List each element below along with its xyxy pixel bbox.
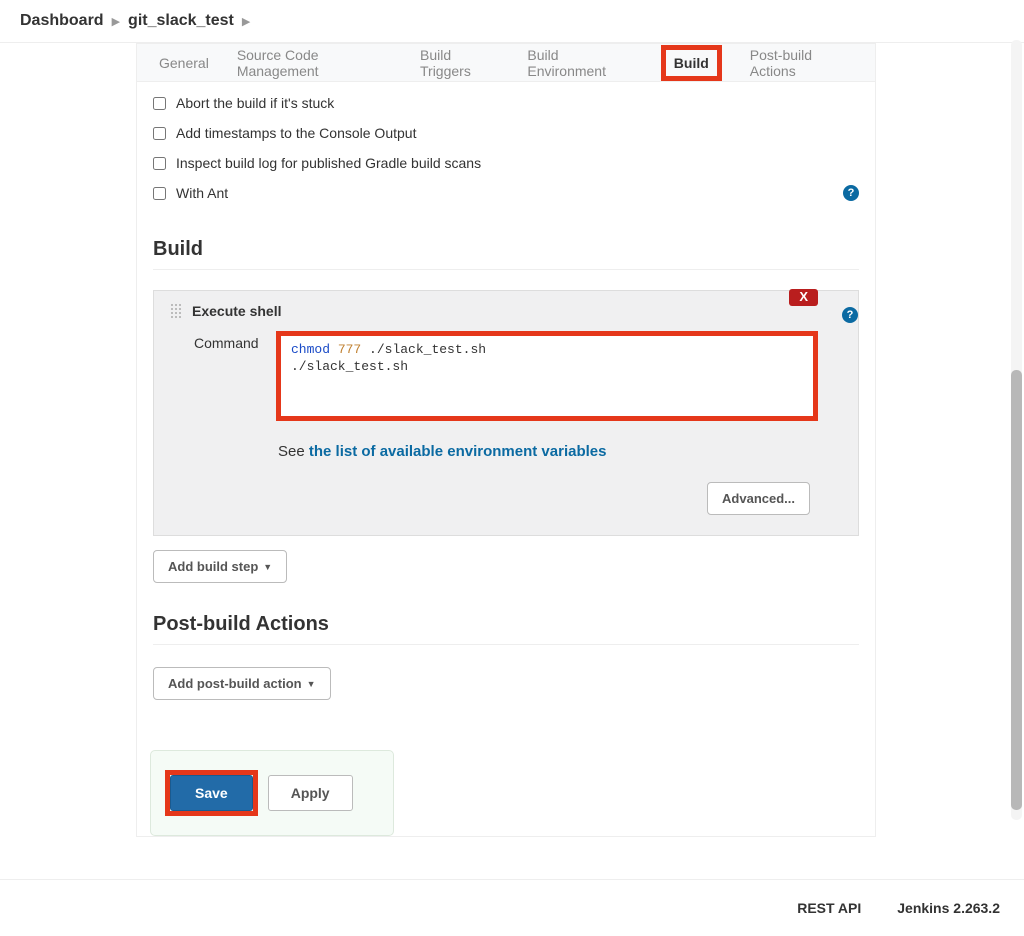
apply-button[interactable]: Apply xyxy=(268,775,353,811)
option-gradle-scans: Inspect build log for published Gradle b… xyxy=(153,148,859,178)
help-icon[interactable]: ? xyxy=(843,185,859,201)
post-build-section-header: Post-build Actions xyxy=(153,613,859,645)
checkbox-abort-stuck[interactable] xyxy=(153,97,166,110)
tab-scm[interactable]: Source Code Management xyxy=(237,38,392,88)
checkbox-label: With Ant xyxy=(176,185,228,201)
checkbox-label: Inspect build log for published Gradle b… xyxy=(176,155,481,171)
option-with-ant: With Ant ? xyxy=(153,178,859,208)
rest-api-link[interactable]: REST API xyxy=(797,900,861,916)
command-label: Command xyxy=(194,331,264,421)
tab-post-build-actions[interactable]: Post-build Actions xyxy=(750,38,853,88)
chevron-right-icon: ▶ xyxy=(112,15,120,28)
advanced-button[interactable]: Advanced... xyxy=(707,482,810,515)
add-build-step-button[interactable]: Add build step ▼ xyxy=(153,550,287,583)
chevron-right-icon: ▶ xyxy=(242,15,250,28)
execute-shell-step: Execute shell X ? Command chmod 777 ./sl… xyxy=(153,290,859,536)
checkbox-label: Abort the build if it's stuck xyxy=(176,95,334,111)
tab-general[interactable]: General xyxy=(159,46,209,80)
checkbox-timestamps[interactable] xyxy=(153,127,166,140)
delete-step-button[interactable]: X xyxy=(789,289,818,306)
option-abort-stuck: Abort the build if it's stuck xyxy=(153,88,859,118)
highlight-build-tab: Build xyxy=(661,45,722,81)
save-apply-bar: Save Apply xyxy=(150,750,394,836)
jenkins-version: Jenkins 2.263.2 xyxy=(897,900,1000,916)
build-section-header: Build xyxy=(153,238,859,270)
checkbox-label: Add timestamps to the Console Output xyxy=(176,125,416,141)
command-textarea[interactable]: chmod 777 ./slack_test.sh ./slack_test.s… xyxy=(281,336,813,416)
step-title: Execute shell xyxy=(192,303,282,319)
caret-down-icon: ▼ xyxy=(263,562,272,572)
breadcrumb-project[interactable]: git_slack_test xyxy=(128,12,234,30)
breadcrumb-dashboard[interactable]: Dashboard xyxy=(20,12,104,30)
highlight-save-button: Save xyxy=(165,770,258,816)
checkbox-with-ant[interactable] xyxy=(153,187,166,200)
env-vars-link[interactable]: the list of available environment variab… xyxy=(309,443,607,460)
tab-build[interactable]: Build xyxy=(674,55,709,71)
help-icon[interactable]: ? xyxy=(842,307,858,323)
scrollbar-thumb[interactable] xyxy=(1011,370,1022,810)
tab-build-environment[interactable]: Build Environment xyxy=(527,38,632,88)
scrollbar-track[interactable] xyxy=(1011,40,1022,820)
caret-down-icon: ▼ xyxy=(307,679,316,689)
env-vars-hint: See the list of available environment va… xyxy=(154,421,858,460)
tab-build-triggers[interactable]: Build Triggers xyxy=(420,38,499,88)
add-post-build-action-button[interactable]: Add post-build action ▼ xyxy=(153,667,331,700)
drag-handle-icon[interactable] xyxy=(170,303,182,319)
breadcrumb: Dashboard ▶ git_slack_test ▶ xyxy=(0,0,1024,43)
footer: REST API Jenkins 2.263.2 xyxy=(0,879,1024,936)
highlight-command-box: chmod 777 ./slack_test.sh ./slack_test.s… xyxy=(276,331,818,421)
tabs-bar: General Source Code Management Build Tri… xyxy=(137,44,875,82)
option-timestamps: Add timestamps to the Console Output xyxy=(153,118,859,148)
config-panel: General Source Code Management Build Tri… xyxy=(136,43,876,837)
save-button[interactable]: Save xyxy=(170,775,253,811)
checkbox-gradle-scans[interactable] xyxy=(153,157,166,170)
